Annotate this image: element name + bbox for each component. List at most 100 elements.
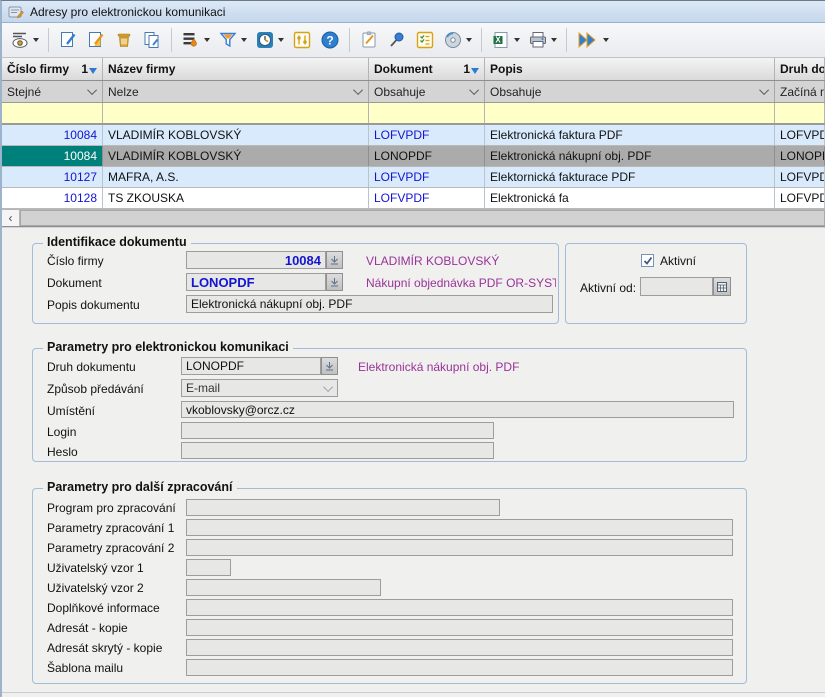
program-pro-zpracovani-field[interactable]: [186, 499, 500, 516]
zpusob-predavani-dropdown[interactable]: E-mail: [181, 379, 338, 397]
print-button[interactable]: [524, 27, 561, 53]
parameters-button[interactable]: [288, 27, 316, 53]
quick-actions-button[interactable]: [572, 27, 613, 53]
cell-cislo-firmy[interactable]: 10127: [2, 167, 103, 187]
application-window: Adresy pro elektronickou komunikaci: [0, 0, 825, 697]
scrollbar-thumb[interactable]: [20, 210, 825, 226]
cell-dokument[interactable]: LOFVPDF: [369, 188, 485, 208]
cell-dokument[interactable]: LOFVPDF: [369, 167, 485, 187]
search-cell-druh[interactable]: [775, 103, 825, 123]
uzivatelsky-vzor-1-field[interactable]: [186, 559, 231, 576]
filter-dropdown-popis[interactable]: Obsahuje: [485, 81, 775, 102]
cell-nazev-firmy[interactable]: VLADIMÍR KOBLOVSKÝ: [103, 146, 369, 166]
cell-cislo-firmy[interactable]: 10084: [2, 125, 103, 145]
sort-arrow-icon: [89, 68, 97, 74]
dokument-field[interactable]: LONOPDF: [186, 273, 326, 291]
grid-row[interactable]: 10084 VLADIMÍR KOBLOVSKÝ LOFVPDF Elektro…: [2, 125, 825, 146]
help-button[interactable]: ?: [316, 27, 344, 53]
field-label-heslo: Heslo: [47, 445, 78, 459]
heslo-field[interactable]: [181, 442, 494, 459]
column-header-dokument[interactable]: Dokument 1: [369, 58, 485, 80]
dokument-side-text: Nákupní objednávka PDF OR-SYST...: [366, 276, 556, 290]
popis-dokumentu-field[interactable]: Elektronická nákupní obj. PDF: [186, 295, 553, 313]
field-label-doplnkove-informace: Doplňkové informace: [47, 601, 160, 615]
table-rows-icon: [181, 30, 201, 50]
delete-record-button[interactable]: [110, 27, 138, 53]
export-disc-button[interactable]: [439, 27, 476, 53]
field-label-umisteni: Umístění: [47, 404, 95, 418]
columns-settings-button[interactable]: [177, 27, 214, 53]
parametry-zpracovani-1-field[interactable]: [186, 519, 733, 536]
cell-dokument[interactable]: LOFVPDF: [369, 125, 485, 145]
filter-dropdown-nazev[interactable]: Nelze: [103, 81, 369, 102]
adresat-skryty-kopie-field[interactable]: [186, 639, 733, 656]
druh-dokumentu-field[interactable]: LONOPDF: [181, 357, 321, 375]
filter-dropdown-cislo[interactable]: Stejné: [2, 81, 103, 102]
adresat-kopie-field[interactable]: [186, 619, 733, 636]
cell-cislo-firmy[interactable]: 10128: [2, 188, 103, 208]
pin-button[interactable]: [383, 27, 411, 53]
cell-popis[interactable]: Elektronická faktura PDF: [485, 125, 775, 145]
checklist-button[interactable]: [411, 27, 439, 53]
aktivni-checkbox[interactable]: [641, 254, 654, 267]
view-menu-button[interactable]: [6, 27, 43, 53]
grid-row[interactable]: 10128 TS ZKOUSKA LOFVPDF Elektronická fa…: [2, 188, 825, 209]
cell-nazev-firmy[interactable]: MAFRA, A.S.: [103, 167, 369, 187]
cell-popis[interactable]: Elektronická nákupní obj. PDF: [485, 146, 775, 166]
new-record-button[interactable]: [54, 27, 82, 53]
cell-dokument[interactable]: LONOPDF: [369, 146, 485, 166]
column-header-druh-dok[interactable]: Druh dok: [775, 58, 825, 80]
edit-record-button[interactable]: [82, 27, 110, 53]
horizontal-scrollbar[interactable]: [2, 209, 825, 226]
notes-button[interactable]: [355, 27, 383, 53]
search-cell-nazev[interactable]: [103, 103, 369, 123]
grid-row[interactable]: 10127 MAFRA, A.S. LOFVPDF Elektornická f…: [2, 167, 825, 188]
sablona-mailu-field[interactable]: [186, 659, 733, 676]
umisteni-field[interactable]: vkoblovsky@orcz.cz: [181, 401, 734, 418]
scroll-left-icon[interactable]: [2, 210, 20, 226]
lookup-button[interactable]: [326, 251, 343, 269]
lookup-button[interactable]: [326, 273, 343, 291]
filter-dropdown-dokument[interactable]: Obsahuje: [369, 81, 485, 102]
cislo-firmy-field[interactable]: 10084: [186, 251, 326, 269]
cell-druh-dok[interactable]: LOFVPDF: [775, 188, 825, 208]
search-cell-cislo[interactable]: [2, 103, 103, 123]
cell-druh-dok[interactable]: LONOPDF: [775, 146, 825, 166]
filter-dropdown-druh[interactable]: Začíná na: [775, 81, 825, 102]
column-header-cislo-firmy[interactable]: Číslo firmy 1: [2, 58, 103, 80]
login-field[interactable]: [181, 422, 494, 439]
parametry-zpracovani-2-field[interactable]: [186, 539, 733, 556]
copy-record-button[interactable]: [138, 27, 166, 53]
search-cell-dokument[interactable]: [369, 103, 485, 123]
cell-nazev-firmy[interactable]: TS ZKOUSKA: [103, 188, 369, 208]
column-label: Popis: [490, 62, 523, 76]
dropdown-value: E-mail: [186, 381, 220, 395]
column-header-nazev-firmy[interactable]: Název firmy: [103, 58, 369, 80]
sort-arrow-icon: [471, 68, 479, 74]
field-label-uzivatelsky-vzor-2: Uživatelský vzor 2: [47, 581, 144, 595]
toolbar-separator: [481, 28, 482, 52]
aktivni-od-field[interactable]: [640, 277, 713, 296]
doplnkove-informace-field[interactable]: [186, 599, 733, 616]
uzivatelsky-vzor-2-field[interactable]: [186, 579, 381, 596]
calendar-button[interactable]: [713, 277, 731, 296]
lookup-button[interactable]: [321, 357, 338, 375]
cell-nazev-firmy[interactable]: VLADIMÍR KOBLOVSKÝ: [103, 125, 369, 145]
excel-export-button[interactable]: X: [487, 27, 524, 53]
cell-druh-dok[interactable]: LOFVPDF: [775, 167, 825, 187]
grid-row-selected[interactable]: 10084 VLADIMÍR KOBLOVSKÝ LONOPDF Elektro…: [2, 146, 825, 167]
cell-cislo-firmy-active[interactable]: 10084: [2, 146, 103, 166]
field-label-sablona-mailu: Šablona mailu: [47, 661, 123, 675]
cell-popis[interactable]: Elektronická fa: [485, 188, 775, 208]
cell-popis[interactable]: Elektornická fakturace PDF: [485, 167, 775, 187]
field-label-adresat-skryty-kopie: Adresát skrytý - kopie: [47, 641, 162, 655]
group-parametry-komunikace: Parametry pro elektronickou komunikaci D…: [32, 348, 747, 462]
caret-icon: [33, 38, 39, 42]
filter-button[interactable]: [214, 27, 251, 53]
caret-icon: [204, 38, 210, 42]
checklist-icon: [415, 30, 435, 50]
column-header-popis[interactable]: Popis: [485, 58, 775, 80]
search-cell-popis[interactable]: [485, 103, 775, 123]
cell-druh-dok[interactable]: LOFVPDF: [775, 125, 825, 145]
history-button[interactable]: [251, 27, 288, 53]
